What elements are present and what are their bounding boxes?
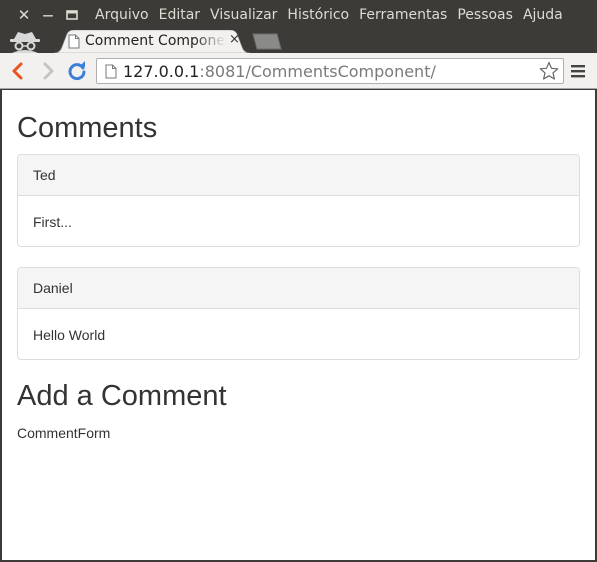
- menu-arquivo[interactable]: Arquivo: [95, 7, 149, 23]
- window-controls: ✕ —: [12, 3, 84, 27]
- comment-panel: Ted First...: [17, 154, 580, 247]
- menu-visualizar[interactable]: Visualizar: [210, 7, 277, 23]
- comment-text: First...: [33, 214, 72, 230]
- maximize-icon: [66, 10, 78, 20]
- menu-ferramentas[interactable]: Ferramentas: [359, 7, 447, 23]
- window-maximize-button[interactable]: [60, 3, 84, 27]
- back-icon[interactable]: [7, 60, 29, 82]
- menu-items: Arquivo Editar Visualizar Histórico Ferr…: [95, 7, 573, 23]
- menu-editar[interactable]: Editar: [159, 7, 200, 23]
- page-icon: [105, 64, 117, 79]
- menu-icon[interactable]: [569, 63, 587, 79]
- address-bar[interactable]: 127.0.0.1:8081/CommentsComponent/: [96, 58, 564, 84]
- tab-close-button[interactable]: ×: [229, 32, 240, 47]
- comment-author: Ted: [18, 155, 579, 196]
- tab-comment-component[interactable]: Comment Component ×: [54, 30, 250, 53]
- tab-strip: Comment Component ×: [0, 30, 597, 53]
- url-host: 127.0.0.1: [123, 62, 200, 81]
- comments-heading: Comments: [17, 112, 158, 144]
- star-icon[interactable]: [539, 61, 559, 81]
- comment-author: Daniel: [18, 268, 579, 309]
- url-text: 127.0.0.1:8081/CommentsComponent/: [123, 62, 436, 81]
- new-tab-button[interactable]: [250, 33, 284, 54]
- menu-pessoas[interactable]: Pessoas: [457, 7, 513, 23]
- menu-ajuda[interactable]: Ajuda: [523, 7, 563, 23]
- browser-toolbar: 127.0.0.1:8081/CommentsComponent/: [0, 53, 597, 89]
- tab-title-fade: [194, 32, 226, 50]
- window-close-button[interactable]: ✕: [12, 3, 36, 27]
- comment-panel: Daniel Hello World: [17, 267, 580, 360]
- url-path: :8081/CommentsComponent/: [199, 62, 436, 81]
- forward-icon[interactable]: [37, 60, 59, 82]
- menu-bar: ✕ — Arquivo Editar Visualizar Histórico …: [0, 0, 597, 30]
- window-minimize-button[interactable]: —: [36, 3, 60, 27]
- comment-form-placeholder: CommentForm: [17, 425, 111, 441]
- reload-icon[interactable]: [66, 60, 88, 82]
- comment-text: Hello World: [33, 327, 106, 343]
- page-viewport: Comments Ted First... Daniel Hello World…: [2, 90, 595, 560]
- page-icon: [68, 34, 80, 49]
- incognito-icon: [8, 30, 42, 53]
- add-comment-heading: Add a Comment: [17, 380, 227, 412]
- new-tab-icon: [252, 33, 282, 50]
- menu-historico[interactable]: Histórico: [287, 7, 349, 23]
- browser-window: ✕ — Arquivo Editar Visualizar Histórico …: [0, 0, 597, 562]
